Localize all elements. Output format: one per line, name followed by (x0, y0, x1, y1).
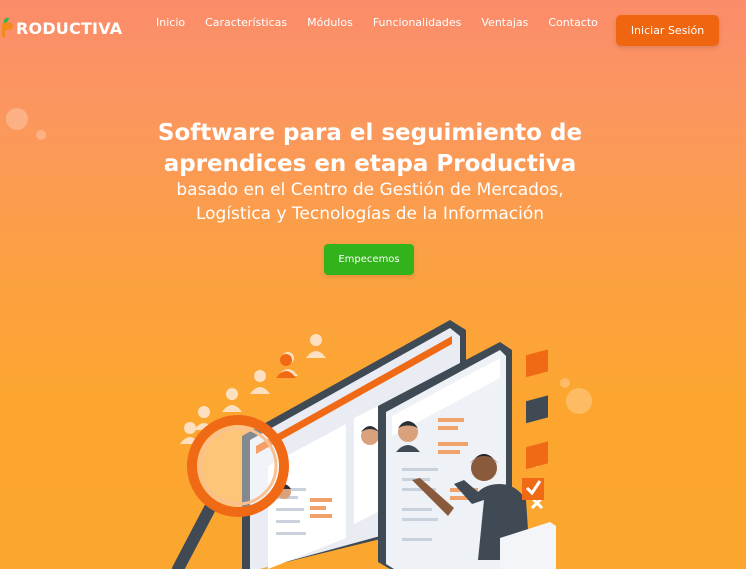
hero-title: Software para el seguimiento de aprendic… (120, 118, 620, 180)
main-nav: Inicio Características Módulos Funcional… (156, 16, 618, 29)
hero-subtitle-line1: basado en el Centro de Gestión de Mercad… (176, 180, 564, 200)
nav-item-contacto[interactable]: Contacto (548, 16, 598, 29)
brand-logo[interactable]: RODUCTIVA (0, 17, 122, 39)
hero-subtitle-line2: Logística y Tecnologías de la Informació… (195, 204, 545, 224)
hero-subtitle: basado en el Centro de Gestión de Mercad… (100, 178, 640, 226)
top-header: RODUCTIVA Inicio Características Módulos… (0, 0, 746, 60)
login-button[interactable]: Iniciar Sesión (616, 15, 719, 46)
nav-item-inicio[interactable]: Inicio (156, 16, 185, 29)
brand-name: RODUCTIVA (16, 18, 123, 38)
nav-item-caracteristicas[interactable]: Características (205, 16, 287, 29)
nav-item-ventajas[interactable]: Ventajas (481, 16, 528, 29)
checkbox-check-icon (522, 478, 544, 500)
nav-item-modulos[interactable]: Módulos (307, 16, 353, 29)
start-button[interactable]: Empecemos (324, 244, 414, 275)
decor-bubble (36, 130, 46, 140)
hero-title-line1: Software para el seguimiento de (157, 120, 583, 146)
sprout-icon (0, 17, 16, 39)
hero-title-line2: aprendices en etapa Productiva (163, 151, 577, 177)
decor-bubble (6, 108, 28, 130)
nav-item-funcionalidades[interactable]: Funcionalidades (373, 16, 462, 29)
hero-illustration (150, 318, 610, 569)
